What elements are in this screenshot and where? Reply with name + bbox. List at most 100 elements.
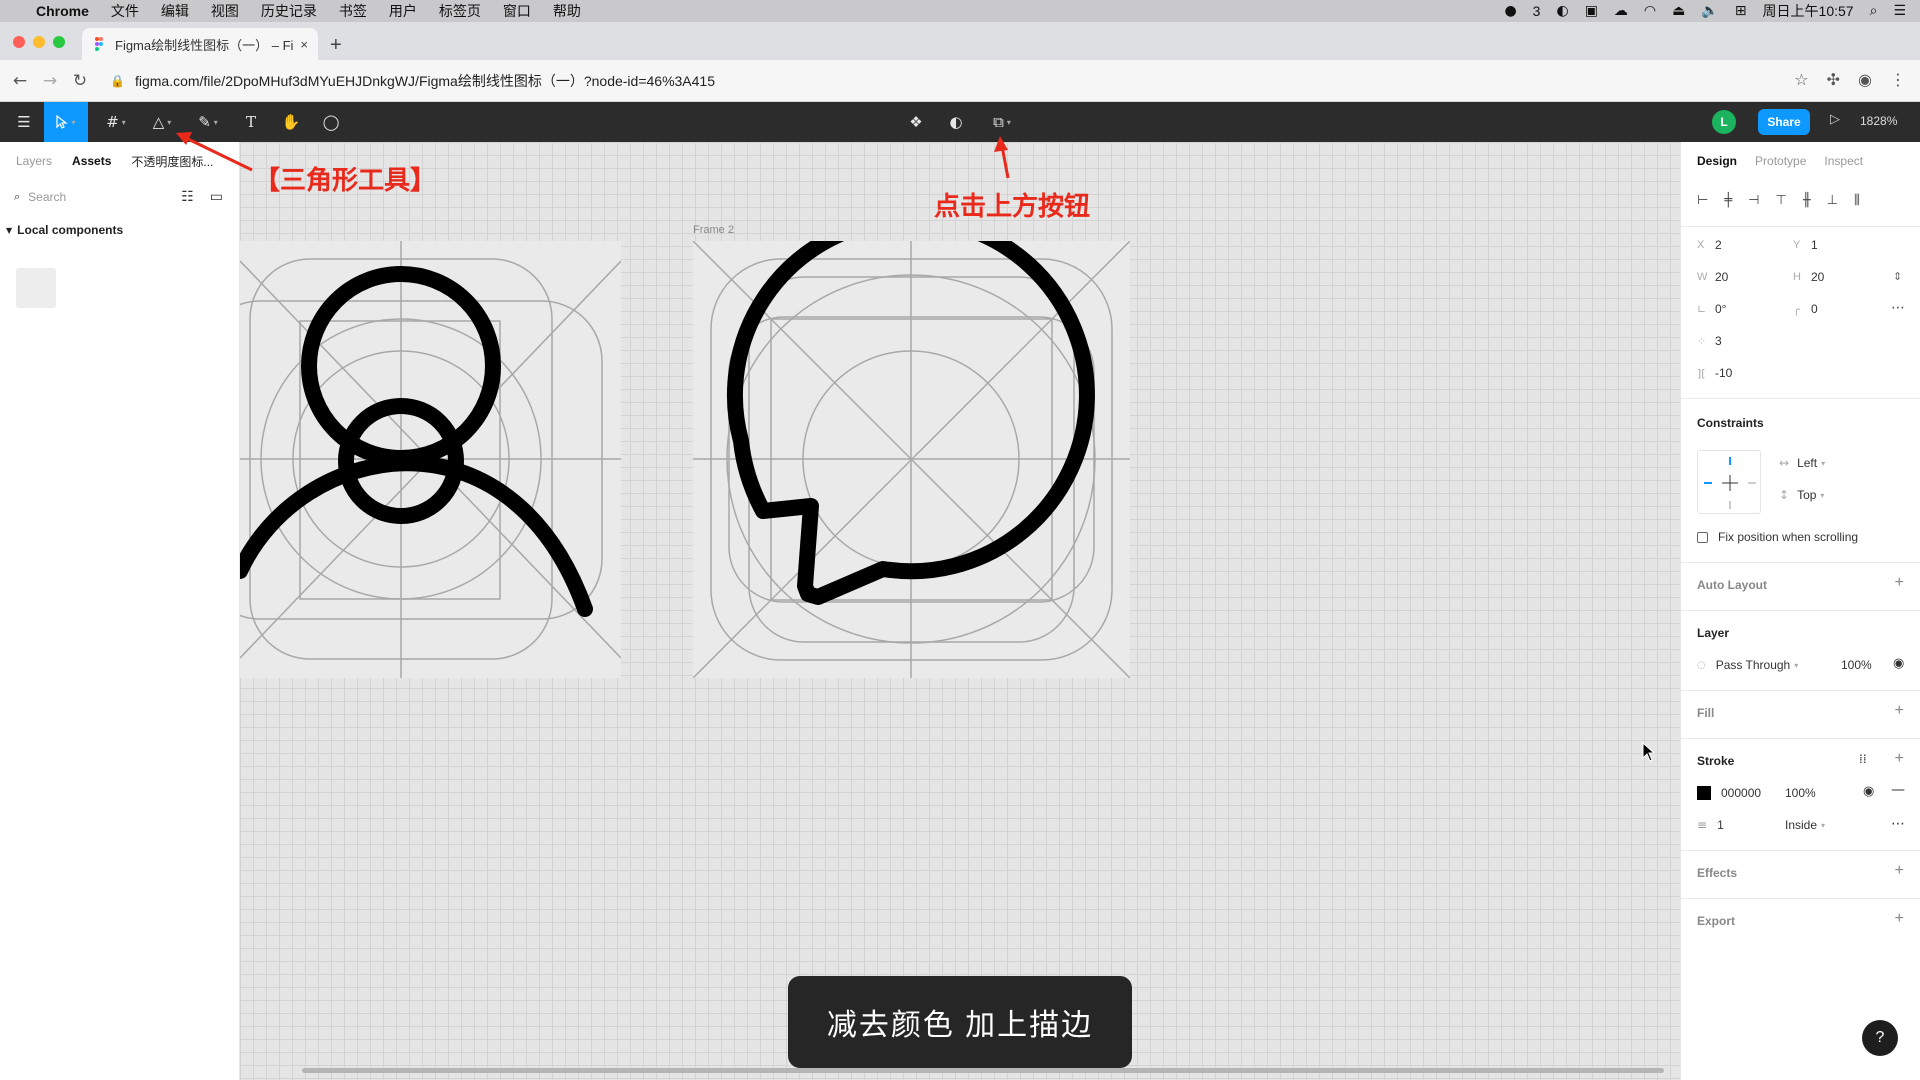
auto-layout-title: Auto Layout <box>1697 578 1767 592</box>
layer-opacity-field[interactable]: 100% <box>1841 658 1872 672</box>
distribute-icon[interactable]: ⫼ <box>1854 193 1860 208</box>
annotation-arrow-triangle <box>185 136 253 172</box>
vertical-constraint-icon: ↕ <box>1779 488 1790 502</box>
polygon-count-icon: ⁘ <box>1697 334 1707 348</box>
layer-opacity-value[interactable]: 100% <box>1841 658 1872 672</box>
h-value[interactable]: 20 <box>1811 270 1824 284</box>
fill-title: Fill <box>1697 706 1715 720</box>
align-right-icon[interactable]: ⊣ <box>1748 193 1759 208</box>
align-left-icon[interactable]: ⊢ <box>1697 193 1708 208</box>
points-value[interactable]: 3 <box>1715 334 1722 348</box>
blend-mode-icon: ◌ <box>1697 659 1706 671</box>
horizontal-constraint-icon: ↔ <box>1779 456 1790 470</box>
stroke-weight-value[interactable]: 1 <box>1717 818 1724 832</box>
x-field[interactable]: X 2 <box>1697 238 1722 252</box>
annotation-arrow-button <box>1000 145 1010 179</box>
x-label: X <box>1697 239 1705 251</box>
w-label: W <box>1697 271 1708 283</box>
h-label: H <box>1793 271 1801 283</box>
layer-title: Layer <box>1697 626 1730 640</box>
stroke-more-options-icon[interactable]: ⋯ <box>1891 816 1905 832</box>
stroke-align-value: Inside <box>1785 818 1818 832</box>
constraint-widget[interactable] <box>1697 450 1761 514</box>
align-top-icon[interactable]: ⊤ <box>1775 193 1786 208</box>
constrain-proportions-icon[interactable]: ⇕ <box>1893 270 1902 283</box>
add-export-icon[interactable]: + <box>1895 910 1904 928</box>
blend-mode-value: Pass Through <box>1715 658 1791 672</box>
stroke-eye-icon[interactable]: ◉ <box>1863 784 1874 799</box>
effects-title: Effects <box>1697 866 1738 880</box>
divider <box>1681 398 1920 399</box>
divider <box>1681 738 1920 739</box>
chevron-down-icon: ▾ <box>1821 820 1826 830</box>
checkbox-icon[interactable] <box>1697 531 1708 543</box>
constraint-v-value: Top <box>1797 488 1817 502</box>
vertical-constraint-dropdown[interactable]: ↕ Top ▾ <box>1779 488 1824 502</box>
chevron-down-icon: ▾ <box>1794 660 1799 670</box>
fix-position-checkbox[interactable]: Fix position when scrolling <box>1697 530 1858 544</box>
more-options-icon[interactable]: ⋯ <box>1891 300 1905 316</box>
export-title: Export <box>1697 914 1736 928</box>
corner-radius-icon: ╭ <box>1793 302 1800 316</box>
w-value[interactable]: 20 <box>1715 270 1728 284</box>
stroke-color-row[interactable]: 000000 <box>1697 786 1761 800</box>
stroke-styles-icon[interactable]: ⁞⁞ <box>1859 752 1867 766</box>
divider <box>1681 610 1920 611</box>
align-center-h-icon[interactable]: ╪ <box>1724 193 1732 208</box>
right-panel-tabs: Design Prototype Inspect <box>1681 142 1920 180</box>
stroke-color-value[interactable]: 000000 <box>1721 786 1761 800</box>
right-sidebar-design: Design Prototype Inspect ⊢ ╪ ⊣ ⊤ ╫ ⊥ ⫼ X… <box>1680 142 1920 1080</box>
stroke-opacity-value[interactable]: 100% <box>1785 786 1816 800</box>
x-value[interactable]: 2 <box>1715 238 1722 252</box>
height-field[interactable]: H 20 <box>1793 270 1824 284</box>
stroke-color-swatch[interactable] <box>1697 786 1711 800</box>
rotation-field[interactable]: ∟ 0° <box>1697 302 1726 316</box>
ratio-value[interactable]: -10 <box>1715 366 1732 380</box>
blend-mode-dropdown[interactable]: ◌ Pass Through ▾ <box>1697 658 1798 672</box>
add-auto-layout-icon[interactable]: + <box>1895 574 1904 592</box>
stroke-weight-field[interactable]: ≡ 1 <box>1697 818 1724 832</box>
chevron-down-icon: ▾ <box>1821 458 1826 468</box>
polygon-count-field[interactable]: ⁘ 3 <box>1697 334 1722 348</box>
eye-icon[interactable]: ◉ <box>1893 656 1904 671</box>
stroke-align-dropdown[interactable]: Inside ▾ <box>1785 818 1825 832</box>
tab-prototype[interactable]: Prototype <box>1755 154 1806 168</box>
rotation-icon: ∟ <box>1697 302 1707 316</box>
add-fill-icon[interactable]: + <box>1895 702 1904 720</box>
annotation-click-button: 点击上方按钮 <box>934 191 1091 221</box>
ratio-icon: ][ <box>1697 366 1706 380</box>
remove-stroke-icon[interactable]: — <box>1891 782 1905 798</box>
align-bottom-icon[interactable]: ⊥ <box>1827 193 1838 208</box>
width-field[interactable]: W 20 <box>1697 270 1728 284</box>
tab-inspect[interactable]: Inspect <box>1824 154 1863 168</box>
video-caption: 减去颜色 加上描边 <box>788 976 1132 1068</box>
constraint-h-value: Left <box>1797 456 1818 470</box>
divider <box>1681 226 1920 227</box>
fix-position-label: Fix position when scrolling <box>1718 530 1859 544</box>
corner-radius-field[interactable]: ╭ 0 <box>1793 302 1818 316</box>
y-label: Y <box>1793 239 1801 251</box>
ratio-field[interactable]: ][ -10 <box>1697 366 1732 380</box>
rotation-value[interactable]: 0° <box>1715 302 1726 316</box>
stroke-opacity-field[interactable]: 100% <box>1785 786 1816 800</box>
divider <box>1681 898 1920 899</box>
add-effect-icon[interactable]: + <box>1895 862 1904 880</box>
stroke-title: Stroke <box>1697 754 1735 768</box>
y-field[interactable]: Y 1 <box>1793 238 1818 252</box>
stroke-weight-icon: ≡ <box>1697 818 1708 832</box>
annotation-triangle-tool: 【三角形工具】 <box>254 165 437 195</box>
divider <box>1681 850 1920 851</box>
constraint-diagram-icon <box>1704 457 1756 509</box>
tab-design[interactable]: Design <box>1697 154 1737 168</box>
y-value[interactable]: 1 <box>1811 238 1818 252</box>
divider <box>1681 690 1920 691</box>
annotation-arrowhead-button <box>994 136 1008 152</box>
divider <box>1681 562 1920 563</box>
help-button[interactable]: ? <box>1862 1020 1898 1056</box>
alignment-toolbar: ⊢ ╪ ⊣ ⊤ ╫ ⊥ ⫼ <box>1681 180 1920 220</box>
horizontal-constraint-dropdown[interactable]: ↔ Left ▾ <box>1779 456 1825 470</box>
radius-value[interactable]: 0 <box>1811 302 1818 316</box>
add-stroke-icon[interactable]: + <box>1895 750 1904 768</box>
mouse-cursor-icon <box>1642 742 1656 762</box>
align-center-v-icon[interactable]: ╫ <box>1803 193 1811 208</box>
